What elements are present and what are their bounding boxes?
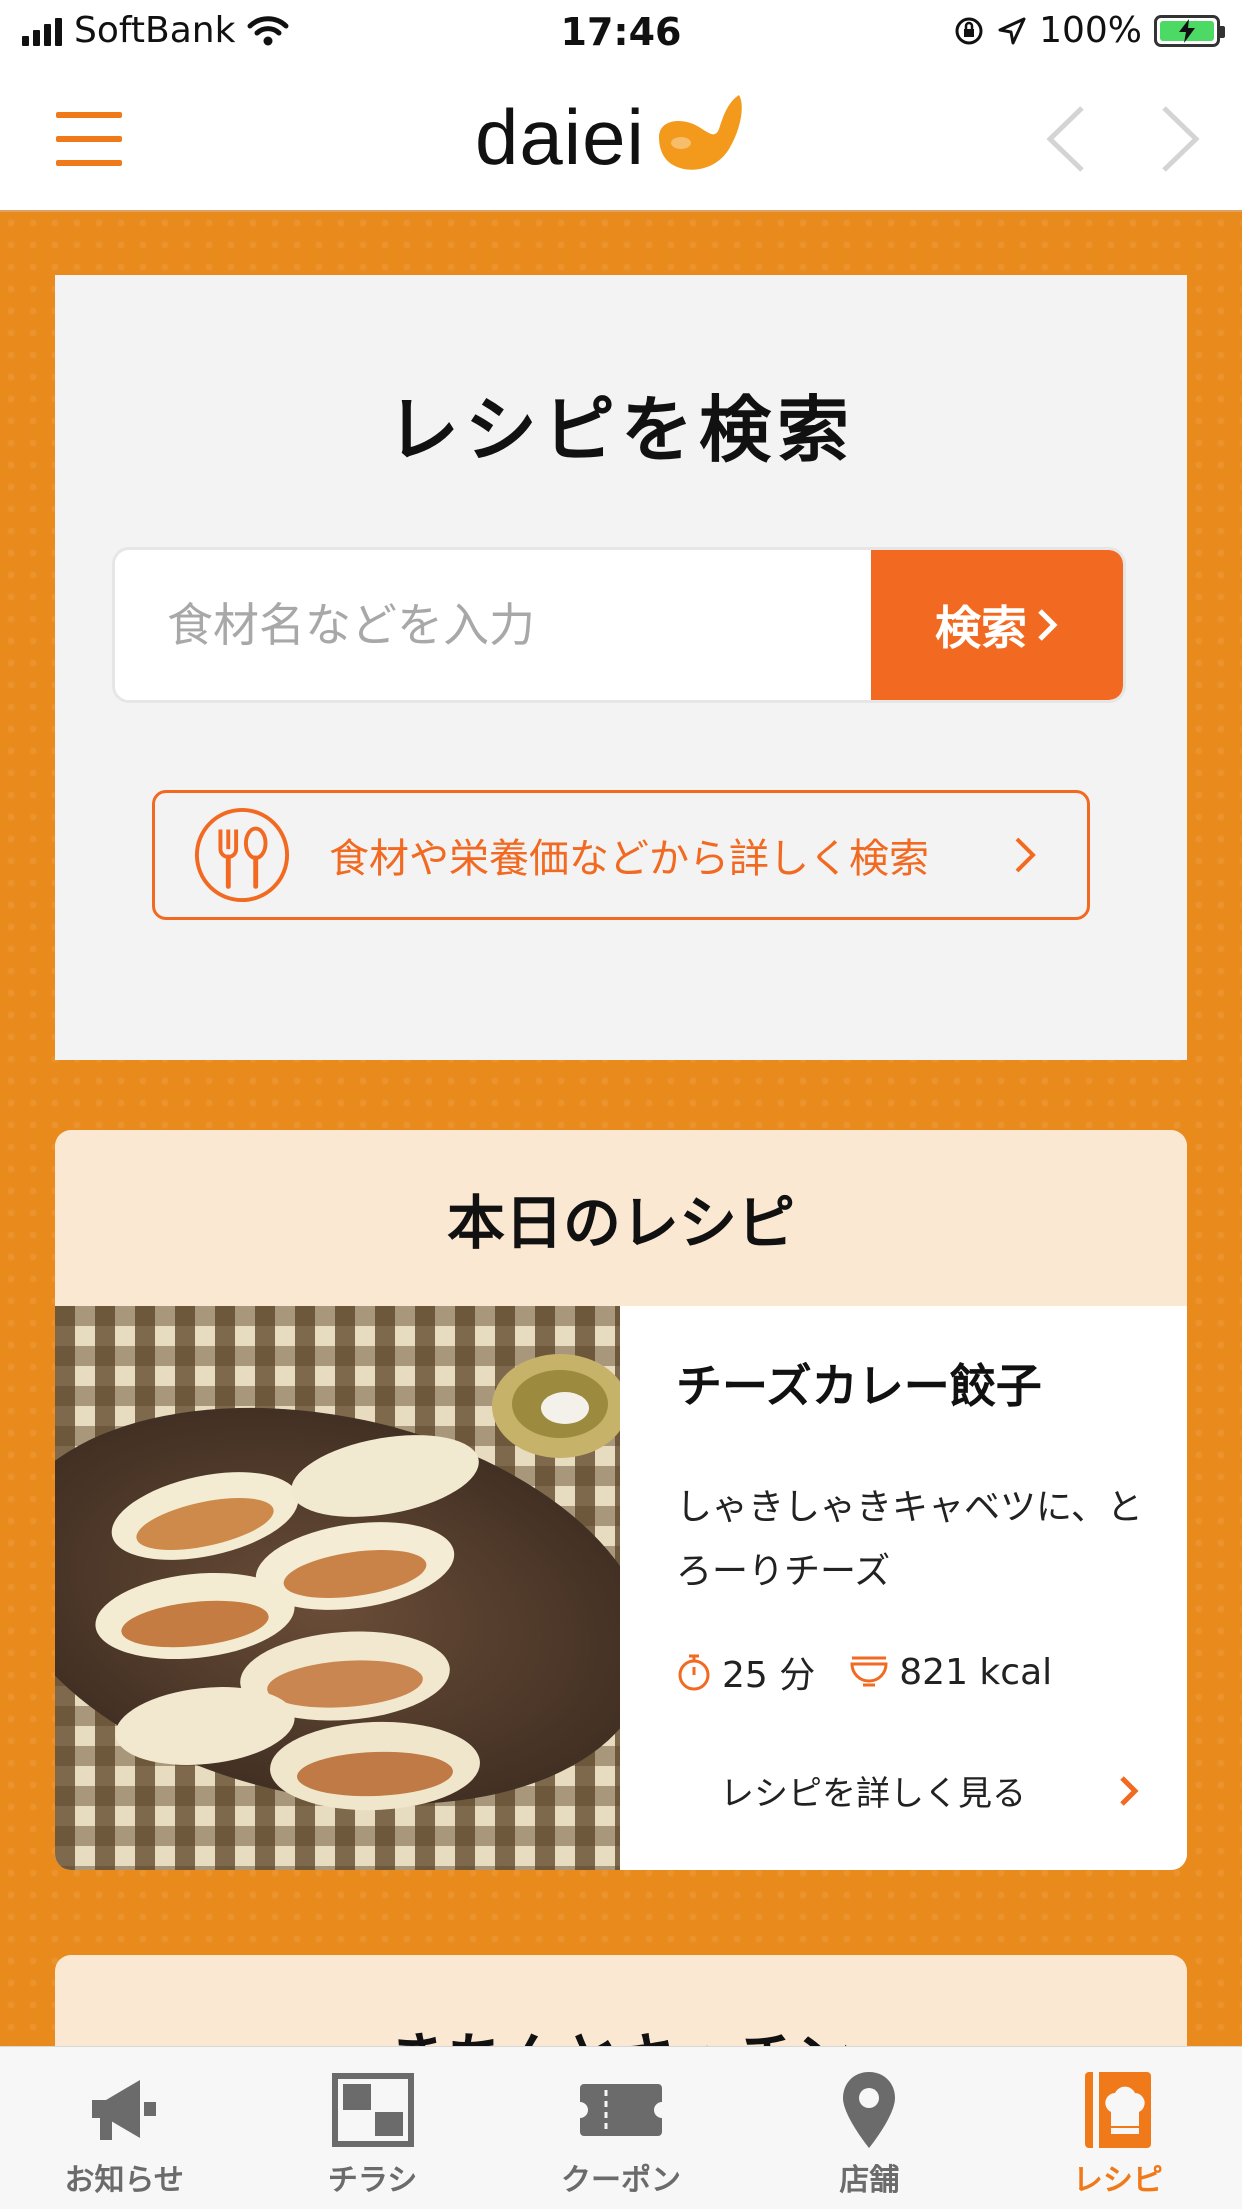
tab-coupon-label: クーポン xyxy=(561,2163,682,2198)
app-header: daiei xyxy=(0,68,1242,212)
recipe-calories-value: 821 kcal xyxy=(899,1651,1053,1693)
search-button-label: 検索 xyxy=(935,601,1027,655)
recipe-calories: 821 kcal xyxy=(849,1652,1052,1693)
chevron-right-icon xyxy=(1038,609,1058,641)
search-button[interactable]: 検索 xyxy=(871,550,1123,700)
recipe-search-card: レシピを検索 検索 食材や栄養価などから詳しく検索 xyxy=(55,275,1187,1060)
today-recipe-card[interactable]: 本日のレシピ チーズカレー餃子 しゃきしゃきキャベツに、とろーりチーズ 25 分… xyxy=(55,1130,1187,1870)
battery-charging-icon xyxy=(1154,14,1225,47)
battery-percent: 100% xyxy=(1039,10,1142,51)
search-bar: 検索 xyxy=(115,550,1123,700)
recipe-detail-link[interactable]: レシピを詳しく見る xyxy=(720,1766,1140,1815)
tab-recipe-label: レシピ xyxy=(1072,2163,1163,2198)
map-pin-icon xyxy=(843,2072,896,2148)
today-recipe-heading: 本日のレシピ xyxy=(446,1189,795,1257)
tab-news-label: お知らせ xyxy=(64,2163,184,2198)
ticket-icon xyxy=(580,2084,663,2136)
recipe-time-value: 25 分 xyxy=(722,1655,816,1696)
fork-spoon-icon xyxy=(194,807,290,903)
flyer-icon xyxy=(331,2073,414,2147)
tab-flyer[interactable]: チラシ xyxy=(248,2047,496,2209)
tab-bar: お知らせ チラシ クーポン 店舗 レシピ xyxy=(0,2046,1242,2209)
chevron-right-icon xyxy=(1120,1775,1139,1806)
recipe-info: チーズカレー餃子 しゃきしゃきキャベツに、とろーりチーズ 25 分 821 kc… xyxy=(620,1306,1187,1870)
recipe-description: しゃきしゃきキャベツに、とろーりチーズ xyxy=(676,1487,1143,1592)
location-arrow-icon xyxy=(998,17,1026,44)
status-right: 100% xyxy=(953,10,1225,51)
advanced-search-button[interactable]: 食材や栄養価などから詳しく検索 xyxy=(152,790,1090,920)
recipe-meta: 25 分 821 kcal xyxy=(676,1646,1086,1698)
chevron-left-icon[interactable] xyxy=(1044,104,1088,174)
status-bar: SoftBank 17:46 100% xyxy=(0,0,1242,68)
recipe-name: チーズカレー餃子 xyxy=(676,1359,1042,1413)
hamburger-icon[interactable] xyxy=(56,112,122,166)
orientation-lock-icon xyxy=(955,17,983,44)
timer-icon xyxy=(678,1654,710,1691)
logo-drop-icon xyxy=(658,94,742,170)
nav-arrows xyxy=(1044,104,1202,174)
logo-text: daiei xyxy=(475,93,645,181)
daiei-logo: daiei xyxy=(475,92,749,183)
megaphone-icon xyxy=(92,2080,157,2140)
chevron-right-icon xyxy=(1015,837,1036,873)
chef-hat-icon xyxy=(1084,2072,1151,2148)
chevron-right-icon[interactable] xyxy=(1158,104,1202,174)
search-input[interactable] xyxy=(115,550,871,700)
bowl-icon xyxy=(850,1656,888,1687)
recipe-time: 25 分 xyxy=(676,1646,815,1698)
tab-store[interactable]: 店舗 xyxy=(745,2047,993,2209)
recipe-detail-label: レシピを詳しく見る xyxy=(720,1774,1026,1814)
gyoza-photo[interactable] xyxy=(55,1306,620,1870)
tab-coupon[interactable]: クーポン xyxy=(497,2047,745,2209)
advanced-search-label: 食材や栄養価などから詳しく検索 xyxy=(329,836,929,882)
tab-recipe[interactable]: レシピ xyxy=(994,2047,1242,2209)
search-title: レシピを検索 xyxy=(386,388,855,472)
tab-news[interactable]: お知らせ xyxy=(0,2047,248,2209)
tab-flyer-label: チラシ xyxy=(327,2163,418,2198)
tab-store-label: 店舗 xyxy=(839,2163,900,2198)
